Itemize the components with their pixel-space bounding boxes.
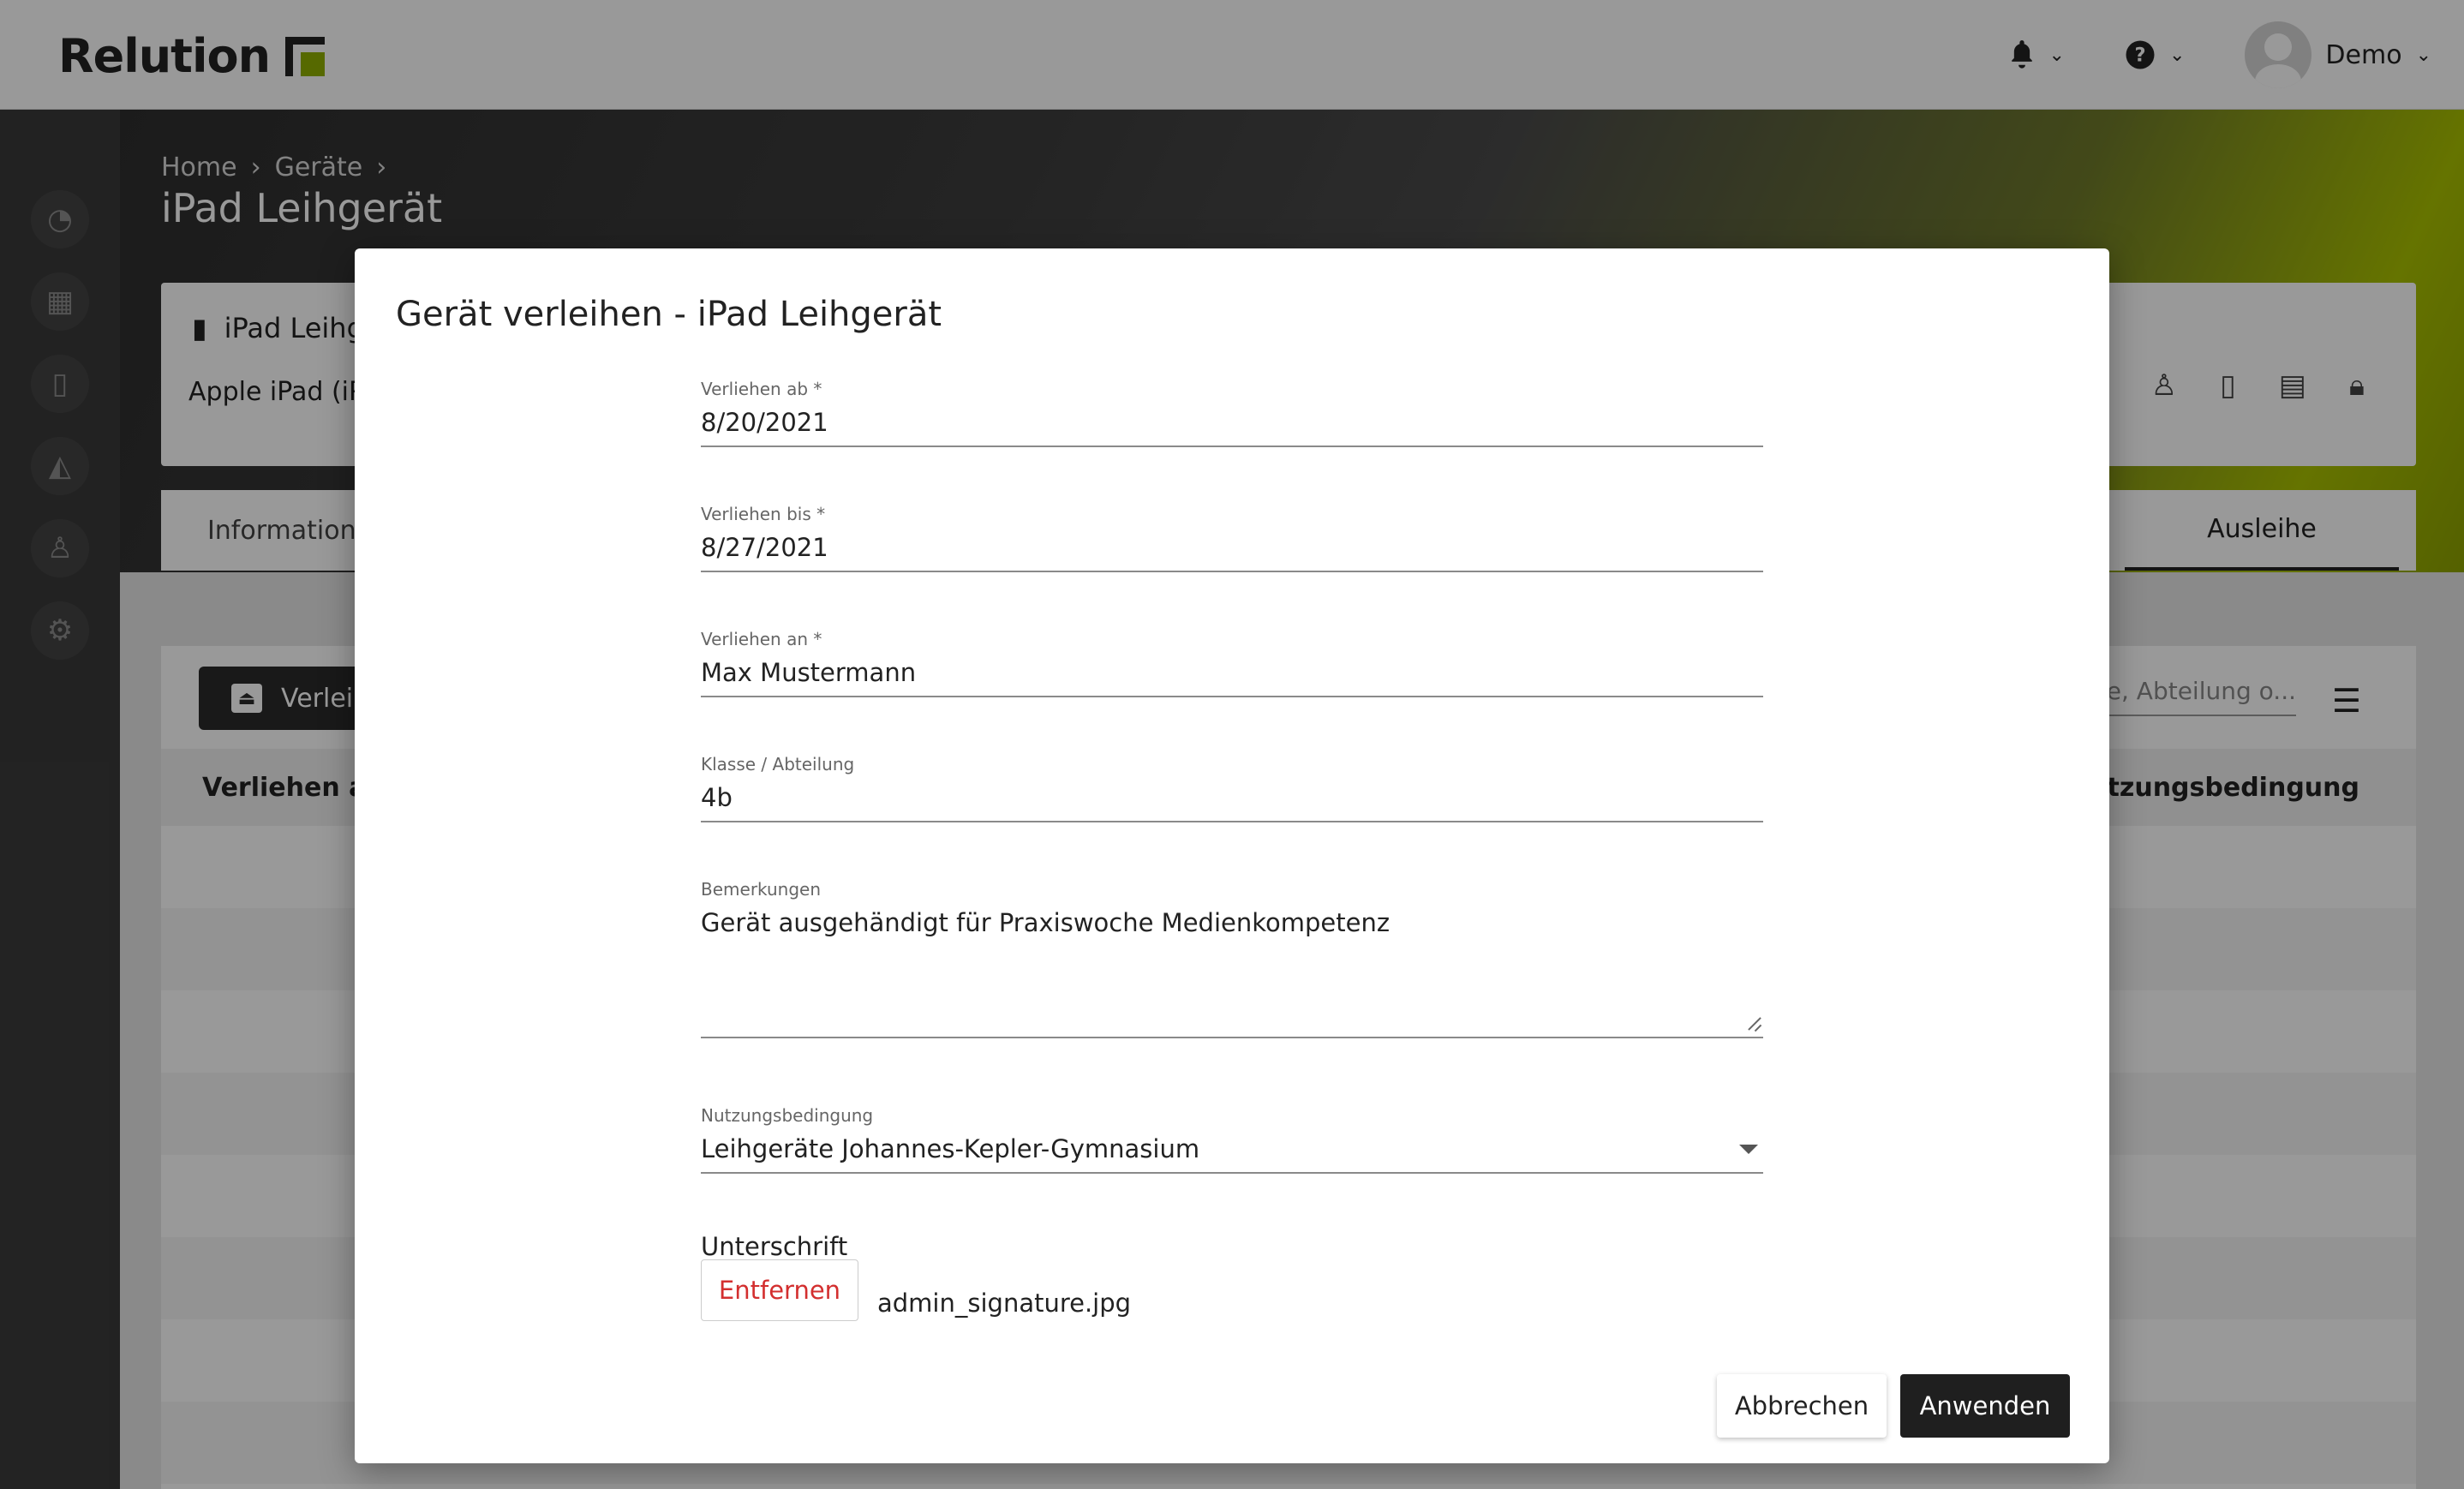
resize-handle-icon[interactable] [1746,1016,1761,1032]
lent-to-field[interactable]: Verliehen an * Max Mustermann [701,629,1763,697]
field-label: Verliehen ab * [701,379,822,399]
cancel-button[interactable]: Abbrechen [1717,1374,1887,1438]
field-underline [701,696,1763,697]
signature-file-name: admin_signature.jpg [877,1289,1132,1318]
field-underline [701,1037,1763,1038]
remarks-textarea[interactable]: Gerät ausgehändigt für Praxiswoche Medie… [701,908,1390,937]
lent-from-input[interactable]: 8/20/2021 [701,408,828,437]
field-label: Klasse / Abteilung [701,754,855,774]
field-label: Verliehen an * [701,629,822,649]
apply-button[interactable]: Anwenden [1900,1374,2070,1438]
remarks-field[interactable]: Bemerkungen Gerät ausgehändigt für Praxi… [701,879,1763,1042]
field-label: Verliehen bis * [701,504,826,524]
field-label: Nutzungsbedingung [701,1105,874,1126]
field-label: Bemerkungen [701,879,822,900]
signature-label: Unterschrift [701,1232,848,1261]
field-underline [701,821,1763,822]
terms-select[interactable]: Nutzungsbedingung Leihgeräte Johannes-Ke… [701,1105,1763,1174]
lent-until-field[interactable]: Verliehen bis * 8/27/2021 [701,504,1763,572]
class-input[interactable]: 4b [701,783,733,812]
lend-device-dialog: Gerät verleihen - iPad Leihgerät Verlieh… [355,248,2109,1463]
remove-signature-button[interactable]: Entfernen [701,1259,858,1321]
dropdown-arrow-icon[interactable] [1739,1145,1758,1154]
field-underline [701,571,1763,572]
class-field[interactable]: Klasse / Abteilung 4b [701,754,1763,822]
lent-from-field[interactable]: Verliehen ab * 8/20/2021 [701,379,1763,447]
field-underline [701,1172,1763,1174]
lent-until-input[interactable]: 8/27/2021 [701,533,828,562]
dialog-title: Gerät verleihen - iPad Leihgerät [396,295,942,334]
field-underline [701,446,1763,447]
terms-selected-value: Leihgeräte Johannes-Kepler-Gymnasium [701,1134,1200,1163]
lent-to-input[interactable]: Max Mustermann [701,658,916,687]
